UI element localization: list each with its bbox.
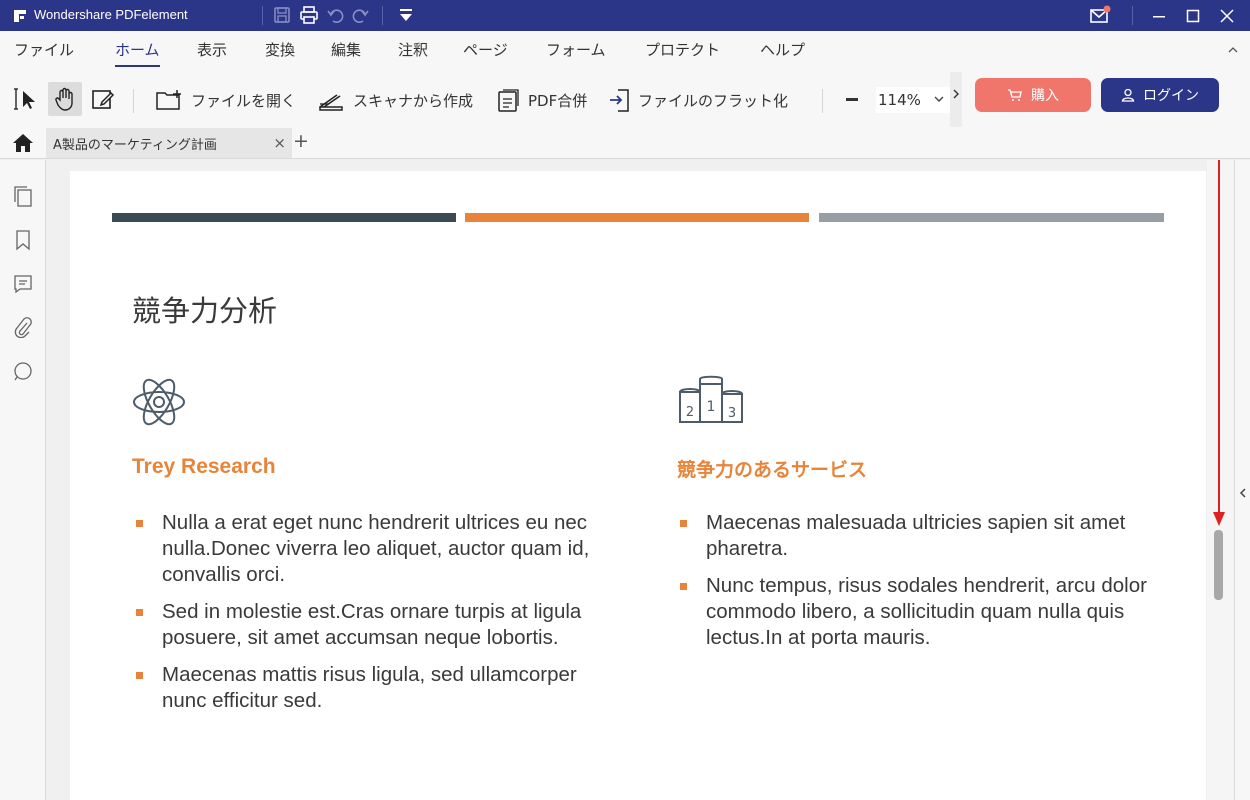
scanner-icon [319, 94, 343, 111]
menu-home[interactable]: ホーム [115, 39, 160, 67]
home-icon[interactable] [12, 133, 34, 153]
close-tab-icon[interactable]: × [273, 134, 286, 152]
tab-document[interactable]: A製品のマーケティング計画 × [46, 128, 292, 158]
flatten-icon [610, 89, 629, 112]
cart-icon [1008, 89, 1022, 101]
user-icon [1121, 88, 1135, 102]
folder-open-icon [156, 90, 181, 110]
left-bullet-list: Nulla a erat eget nunc hendrerit ultrice… [133, 510, 603, 725]
header-bar-dark [112, 213, 456, 222]
attachment-icon[interactable] [12, 315, 34, 339]
search-icon[interactable] [12, 359, 34, 383]
title-separator [262, 6, 263, 25]
menu-protect[interactable]: プロテクト [645, 39, 720, 60]
menu-form[interactable]: フォーム [546, 39, 606, 60]
close-window-icon[interactable] [1210, 0, 1244, 31]
tab-bar: A製品のマーケティング計画 × + [0, 127, 1250, 159]
toolbar-separator [133, 89, 134, 113]
expand-right-panel-icon[interactable] [1239, 488, 1247, 498]
menu-bar: ファイル ホーム 表示 変換 編集 注釈 ページ フォーム プロテクト ヘルプ [0, 31, 1250, 67]
podium-rank-1: 1 [707, 399, 716, 415]
flatten-file-button[interactable]: ファイルのフラット化 [606, 84, 788, 116]
scrollbar-thumb[interactable] [1214, 530, 1223, 600]
right-bullet-list: Maecenas malesuada ultricies sapien sit … [677, 510, 1157, 662]
toolbar: ファイルを開く スキャナから作成 PDF合併 ファイルのフラット化 114% 購… [0, 67, 1250, 127]
redo-icon[interactable] [350, 4, 372, 26]
list-item: Nunc tempus, risus sodales hendrerit, ar… [677, 573, 1157, 651]
pdf-merge-button[interactable]: PDF合併 [496, 84, 587, 116]
menu-comment[interactable]: 注釈 [398, 39, 428, 60]
edit-tool-button[interactable] [86, 82, 120, 116]
thumbnail-icon[interactable] [12, 184, 34, 208]
zoom-value: 114% [878, 91, 921, 109]
menu-file[interactable]: ファイル [14, 39, 74, 60]
title-separator [382, 6, 383, 25]
page-heading: 競争力分析 [132, 294, 278, 328]
title-separator [1132, 6, 1133, 25]
title-bar: Wondershare PDFelement [0, 0, 1250, 31]
zoom-select[interactable]: 114% [876, 87, 950, 113]
tab-title: A製品のマーケティング計画 [53, 137, 217, 153]
menu-convert[interactable]: 変換 [265, 39, 295, 60]
zoom-out-button[interactable] [846, 98, 858, 101]
open-file-button[interactable]: ファイルを開く [155, 84, 296, 116]
menu-help[interactable]: ヘルプ [760, 39, 805, 60]
undo-icon[interactable] [324, 4, 346, 26]
chevron-right-icon[interactable] [952, 89, 960, 99]
merge-document-icon [498, 89, 519, 112]
toolbar-separator [822, 89, 823, 113]
list-item: Maecenas malesuada ultricies sapien sit … [677, 510, 1157, 562]
menu-view[interactable]: 表示 [197, 39, 227, 60]
podium-icon: 2 1 3 [679, 375, 743, 423]
podium-rank-2: 2 [686, 405, 694, 420]
maximize-icon[interactable] [1176, 0, 1210, 31]
right-column-title: 競争力のあるサービス [677, 459, 868, 481]
print-icon[interactable] [298, 4, 320, 26]
buy-button[interactable]: 購入 [975, 78, 1091, 112]
comment-list-icon[interactable] [12, 272, 34, 296]
right-panel-strip [1234, 160, 1250, 800]
header-bar-orange [465, 213, 809, 222]
login-button[interactable]: ログイン [1101, 78, 1219, 112]
pdfelement-logo-icon [14, 10, 26, 22]
podium-rank-3: 3 [728, 406, 736, 421]
left-column-title: Trey Research [132, 455, 276, 478]
chevron-down-icon [934, 96, 944, 102]
toolbar-overflow-strip [950, 72, 962, 127]
add-tab-icon[interactable]: + [293, 130, 309, 152]
menu-edit[interactable]: 編集 [331, 39, 361, 60]
bookmark-icon[interactable] [12, 228, 34, 252]
header-bar-gray [819, 213, 1164, 222]
minimize-icon[interactable] [1142, 0, 1176, 31]
atom-icon [133, 378, 185, 426]
left-sidebar [0, 160, 46, 800]
mail-icon[interactable] [1089, 4, 1111, 26]
list-item: Sed in molestie est.Cras ornare turpis a… [133, 599, 603, 651]
menu-page[interactable]: ページ [463, 39, 508, 60]
list-item: Maecenas mattis risus ligula, sed ullamc… [133, 662, 603, 714]
app-name: Wondershare PDFelement [34, 7, 188, 22]
collapse-ribbon-icon[interactable] [1228, 45, 1238, 55]
save-icon[interactable] [271, 4, 293, 26]
red-arrow-annotation [1213, 160, 1225, 526]
create-from-scanner-button[interactable]: スキャナから作成 [317, 84, 473, 116]
quick-access-dropdown-icon[interactable] [395, 4, 417, 26]
hand-icon [55, 87, 73, 111]
cursor-icon [14, 88, 35, 110]
list-item: Nulla a erat eget nunc hendrerit ultrice… [133, 510, 603, 588]
edit-icon [92, 90, 115, 109]
hand-tool-button[interactable] [48, 82, 82, 116]
select-tool-button[interactable] [10, 82, 44, 116]
